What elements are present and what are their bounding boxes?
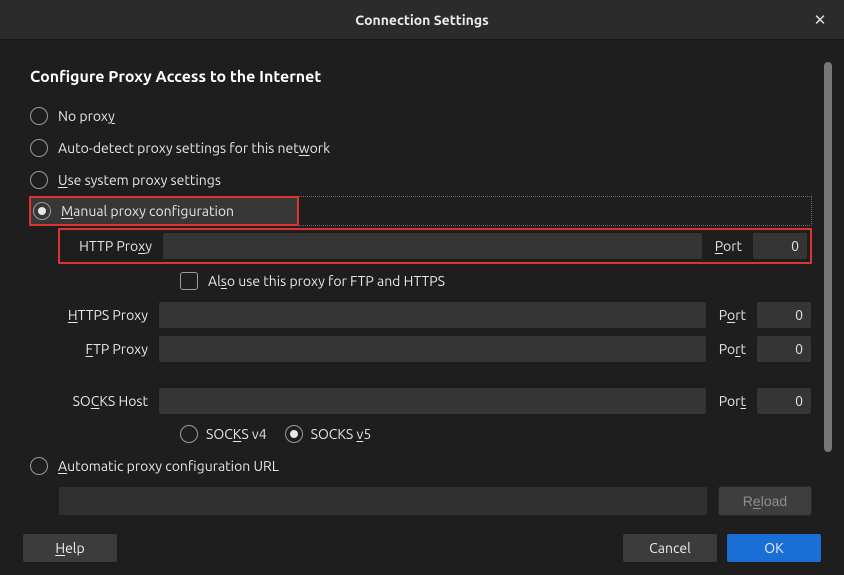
radio-autodetect[interactable]	[30, 139, 48, 157]
reload-button: Reload	[718, 486, 812, 516]
radio-socks-v5[interactable]	[285, 425, 303, 443]
radio-no-proxy-row[interactable]: No proxy	[30, 100, 812, 132]
socks-port-label: Port	[713, 393, 750, 409]
help-button[interactable]: Help	[22, 533, 118, 563]
section-heading: Configure Proxy Access to the Internet	[30, 68, 812, 86]
ftp-proxy-label: FTP Proxy	[58, 341, 152, 357]
https-proxy-row: HTTPS Proxy Port	[58, 298, 812, 332]
ok-button[interactable]: OK	[726, 533, 822, 563]
auto-url-input	[58, 486, 708, 516]
radio-auto-url[interactable]	[30, 457, 48, 475]
ftp-port-input[interactable]	[756, 335, 812, 363]
spacer	[58, 366, 812, 384]
scroll-content: Configure Proxy Access to the Internet N…	[6, 40, 818, 521]
https-proxy-input[interactable]	[158, 301, 707, 329]
radio-socks-v4-row[interactable]: SOCKS v4	[180, 419, 267, 449]
https-port-label: Port	[713, 307, 750, 323]
also-use-label: Also use this proxy for FTP and HTTPS	[208, 273, 445, 289]
radio-system-row[interactable]: Use system proxy settings	[30, 164, 812, 196]
radio-socks-v5-label: SOCKS v5	[311, 426, 372, 442]
radio-manual-row[interactable]: Manual proxy configuration	[29, 196, 299, 226]
https-port-input[interactable]	[756, 301, 812, 329]
radio-system-label: Use system proxy settings	[58, 172, 221, 188]
radio-auto-url-label: Automatic proxy configuration URL	[58, 458, 279, 474]
auto-url-input-row: Reload	[58, 486, 812, 516]
close-button[interactable]: ✕	[808, 8, 832, 32]
radio-manual-row-focus: Manual proxy configuration	[30, 196, 812, 226]
socks-port-input[interactable]	[756, 387, 812, 415]
close-icon: ✕	[814, 11, 827, 29]
radio-no-proxy-label: No proxy	[58, 108, 115, 124]
radio-autodetect-label: Auto-detect proxy settings for this netw…	[58, 140, 330, 156]
radio-socks-v4-label: SOCKS v4	[206, 426, 267, 442]
radio-socks-v4[interactable]	[180, 425, 198, 443]
http-port-label: Port	[709, 238, 746, 254]
https-proxy-label: HTTPS Proxy	[58, 307, 152, 323]
content-area: Configure Proxy Access to the Internet N…	[6, 40, 838, 521]
ftp-proxy-row: FTP Proxy Port	[58, 332, 812, 366]
socks-host-label: SOCKS Host	[58, 393, 152, 409]
radio-manual-label: Manual proxy configuration	[61, 203, 234, 219]
titlebar: Connection Settings ✕	[0, 0, 844, 40]
socks-version-row: SOCKS v4 SOCKS v5	[180, 418, 812, 450]
http-proxy-label: HTTP Proxy	[62, 238, 156, 254]
also-use-checkbox[interactable]	[180, 272, 198, 290]
dialog-footer: Help Cancel OK	[0, 521, 844, 575]
cancel-button[interactable]: Cancel	[622, 533, 718, 563]
radio-auto-url-row[interactable]: Automatic proxy configuration URL	[30, 450, 812, 482]
radio-system[interactable]	[30, 171, 48, 189]
radio-socks-v5-row[interactable]: SOCKS v5	[285, 419, 372, 449]
socks-host-row: SOCKS Host Port	[58, 384, 812, 418]
ftp-proxy-input[interactable]	[158, 335, 707, 363]
radio-manual[interactable]	[33, 202, 51, 220]
also-use-row[interactable]: Also use this proxy for FTP and HTTPS	[180, 264, 812, 298]
http-proxy-input[interactable]	[162, 232, 703, 260]
ftp-port-label: Port	[713, 341, 750, 357]
radio-autodetect-row[interactable]: Auto-detect proxy settings for this netw…	[30, 132, 812, 164]
scrollbar-thumb[interactable]	[824, 62, 832, 452]
radio-no-proxy[interactable]	[30, 107, 48, 125]
window-title: Connection Settings	[355, 12, 488, 28]
socks-host-input[interactable]	[158, 387, 707, 415]
http-port-input[interactable]	[752, 232, 808, 260]
http-proxy-row-highlight: HTTP Proxy Port	[58, 228, 812, 264]
proxy-form: HTTP Proxy Port Also use this proxy for …	[58, 228, 812, 450]
